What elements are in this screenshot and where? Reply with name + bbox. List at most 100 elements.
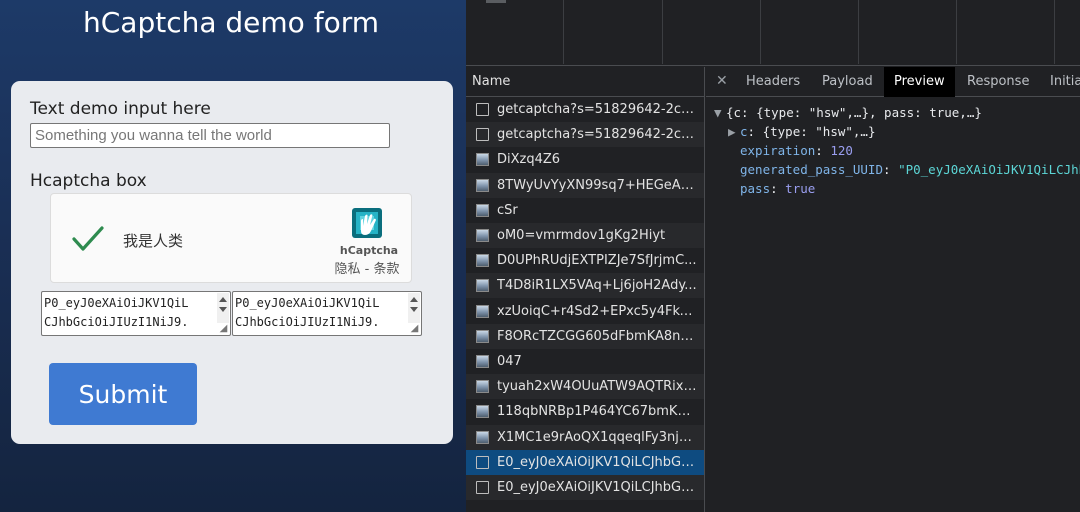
resize-handle-icon[interactable]: ◢ [409, 323, 420, 334]
detail-tabs: ✕ Headers Payload Preview Response Initi… [706, 67, 1080, 97]
textarea-scrollbar[interactable] [408, 293, 420, 323]
image-file-icon [476, 279, 489, 293]
json-summary-row[interactable]: ▼ {c: {type: "hsw",…}, pass: true,…} [714, 103, 1080, 122]
response-token-field[interactable]: P0_eyJ0eXAiOiJKV1QiL CJhbGciOiJIUzI1NiJ9… [41, 291, 231, 336]
json-key: expiration [740, 143, 816, 158]
json-uuid-row: generated_pass_UUID: "P0_eyJ0eXAiOiJKV1Q… [714, 160, 1080, 179]
grid-line [563, 0, 564, 64]
json-expiration-row: expiration: 120 [714, 141, 1080, 160]
request-row[interactable]: X1MC1e9rAoQX1qqeqlFy3nj+... [466, 424, 704, 450]
image-file-icon [476, 254, 489, 268]
request-row[interactable]: E0_eyJ0eXAiOiJKV1QiLCJhbGc... [466, 475, 704, 500]
request-list: Name getcaptcha?s=51829642-2cda... getcap… [466, 67, 705, 512]
request-name: tyuah2xW4OUuATW9AQTRixE... [497, 379, 697, 395]
hcaptcha-logo-icon [352, 208, 382, 238]
request-row[interactable]: 047 [466, 349, 704, 374]
expand-arrow-icon[interactable]: ▶ [728, 122, 740, 141]
json-value: true [785, 181, 816, 196]
json-key: generated_pass_UUID [740, 162, 883, 177]
response-token-field[interactable]: P0_eyJ0eXAiOiJKV1QiL CJhbGciOiJIUzI1NiJ9… [232, 291, 422, 336]
request-row[interactable]: cSr [466, 198, 704, 223]
json-value: {type: "hsw",…} [762, 124, 876, 139]
request-row[interactable]: F8ORcTZCGG605dFbmKA8nU... [466, 323, 704, 349]
request-name: xzUoiqC+r4Sd2+EPxc5y4Fko... [497, 303, 697, 319]
grid-line [662, 0, 663, 64]
request-row[interactable]: getcaptcha?s=51829642-2cda... [466, 97, 704, 122]
grid-line [956, 0, 957, 64]
json-key: c [740, 124, 748, 139]
json-colon: : [770, 181, 786, 196]
close-icon[interactable]: ✕ [716, 73, 728, 89]
request-row[interactable]: 118qbNRBp1P464YC67bmKw... [466, 399, 704, 424]
image-file-icon [476, 203, 489, 217]
request-row[interactable]: D0UPhRUdjEXTPIZJe7SfJrjmC... [466, 248, 704, 273]
tab-preview[interactable]: Preview [884, 67, 955, 97]
captcha-label: Hcaptcha box [30, 171, 147, 191]
document-icon [476, 481, 489, 494]
json-c-row[interactable]: ▶ c: {type: "hsw",…} [714, 122, 1080, 141]
token-text: P0_eyJ0eXAiOiJKV1QiL CJhbGciOiJIUzI1NiJ9… [235, 294, 407, 332]
request-row[interactable]: tyuah2xW4OUuATW9AQTRixE... [466, 374, 704, 400]
hcaptcha-checkbox-label: 我是人类 [123, 232, 184, 250]
token-text: P0_eyJ0eXAiOiJKV1QiL CJhbGciOiJIUzI1NiJ9… [44, 294, 216, 332]
devtools-panel: Name getcaptcha?s=51829642-2cda... getcap… [466, 0, 1080, 512]
document-icon [476, 103, 489, 116]
resize-handle-icon[interactable]: ◢ [218, 323, 229, 334]
request-row[interactable]: T4D8iR1LX5VAq+Lj6joH2Ady... [466, 273, 704, 299]
scroll-down-icon[interactable] [219, 307, 227, 312]
request-name: 047 [497, 354, 522, 369]
submit-button[interactable]: Submit [49, 363, 197, 425]
hcaptcha-brand: hCaptcha [339, 244, 399, 257]
json-key: pass [740, 181, 771, 196]
json-value: "P0_eyJ0eXAiOiJKV1QiLCJhbGc [898, 162, 1080, 177]
scroll-up-icon[interactable] [219, 297, 227, 302]
json-pass-row: pass: true [714, 179, 1080, 198]
request-row[interactable]: getcaptcha?s=51829642-2cda... [466, 122, 704, 148]
request-name: E0_eyJ0eXAiOiJKV1QiLCJhbGc... [497, 454, 697, 470]
network-overview[interactable] [466, 0, 1080, 66]
timeline-marker [486, 0, 506, 3]
grid-line [858, 0, 859, 64]
scroll-up-icon[interactable] [410, 297, 418, 302]
request-row[interactable]: DiXzq4Z6 [466, 147, 704, 172]
tab-payload[interactable]: Payload [812, 67, 883, 97]
name-column-header[interactable]: Name [466, 67, 704, 97]
request-name: E0_eyJ0eXAiOiJKV1QiLCJhbGc... [497, 480, 697, 495]
request-name: X1MC1e9rAoQX1qqeqlFy3nj+... [497, 429, 697, 445]
token-line: P0_eyJ0eXAiOiJKV1QiL [44, 296, 189, 310]
textarea-scrollbar[interactable] [217, 293, 229, 323]
request-detail: ✕ Headers Payload Preview Response Initi… [706, 67, 1080, 512]
collapse-arrow-icon[interactable]: ▼ [714, 103, 726, 122]
image-file-icon [476, 229, 489, 242]
token-line: P0_eyJ0eXAiOiJKV1QiL [235, 296, 380, 310]
scroll-down-icon[interactable] [410, 307, 418, 312]
request-row[interactable]: 8TWyUvYyXN99sq7+HEGeAa... [466, 172, 704, 198]
request-name: DiXzq4Z6 [497, 152, 561, 168]
image-file-icon [476, 380, 489, 394]
token-line: CJhbGciOiJIUzI1NiJ9. [235, 315, 380, 329]
grid-line [1054, 0, 1055, 64]
request-name: 8TWyUvYyXN99sq7+HEGeAa... [497, 177, 697, 193]
request-name: D0UPhRUdjEXTPIZJe7SfJrjmC... [497, 253, 697, 269]
text-demo-input[interactable] [30, 123, 390, 148]
request-row[interactable]: E0_eyJ0eXAiOiJKV1QiLCJhbGc... [466, 449, 704, 475]
image-file-icon [476, 405, 489, 419]
grid-line [760, 0, 761, 64]
request-row[interactable]: oM0=vmrmdov1gKg2Hiyt [466, 223, 704, 248]
tab-headers[interactable]: Headers [736, 67, 810, 97]
request-name: 118qbNRBp1P464YC67bmKw... [497, 404, 697, 420]
image-file-icon [476, 430, 489, 444]
request-name: getcaptcha?s=51829642-2cda... [497, 127, 697, 143]
image-file-icon [476, 355, 489, 368]
json-preview: ▼ {c: {type: "hsw",…}, pass: true,…} ▶ c: … [714, 103, 1080, 198]
image-file-icon [476, 304, 489, 318]
tab-initiator[interactable]: Initiator [1040, 67, 1080, 97]
image-file-icon [476, 329, 489, 343]
json-colon: : [747, 124, 763, 139]
hcaptcha-widget[interactable]: 我是人类 hCaptcha 隐私 - 条款 [50, 193, 412, 283]
tab-response[interactable]: Response [957, 67, 1039, 97]
request-row[interactable]: xzUoiqC+r4Sd2+EPxc5y4Fko... [466, 299, 704, 324]
demo-form: Text demo input here Hcaptcha box 我是人类 h… [11, 81, 453, 444]
checkmark-icon[interactable] [71, 224, 105, 254]
privacy-terms-links[interactable]: 隐私 - 条款 [327, 258, 407, 277]
